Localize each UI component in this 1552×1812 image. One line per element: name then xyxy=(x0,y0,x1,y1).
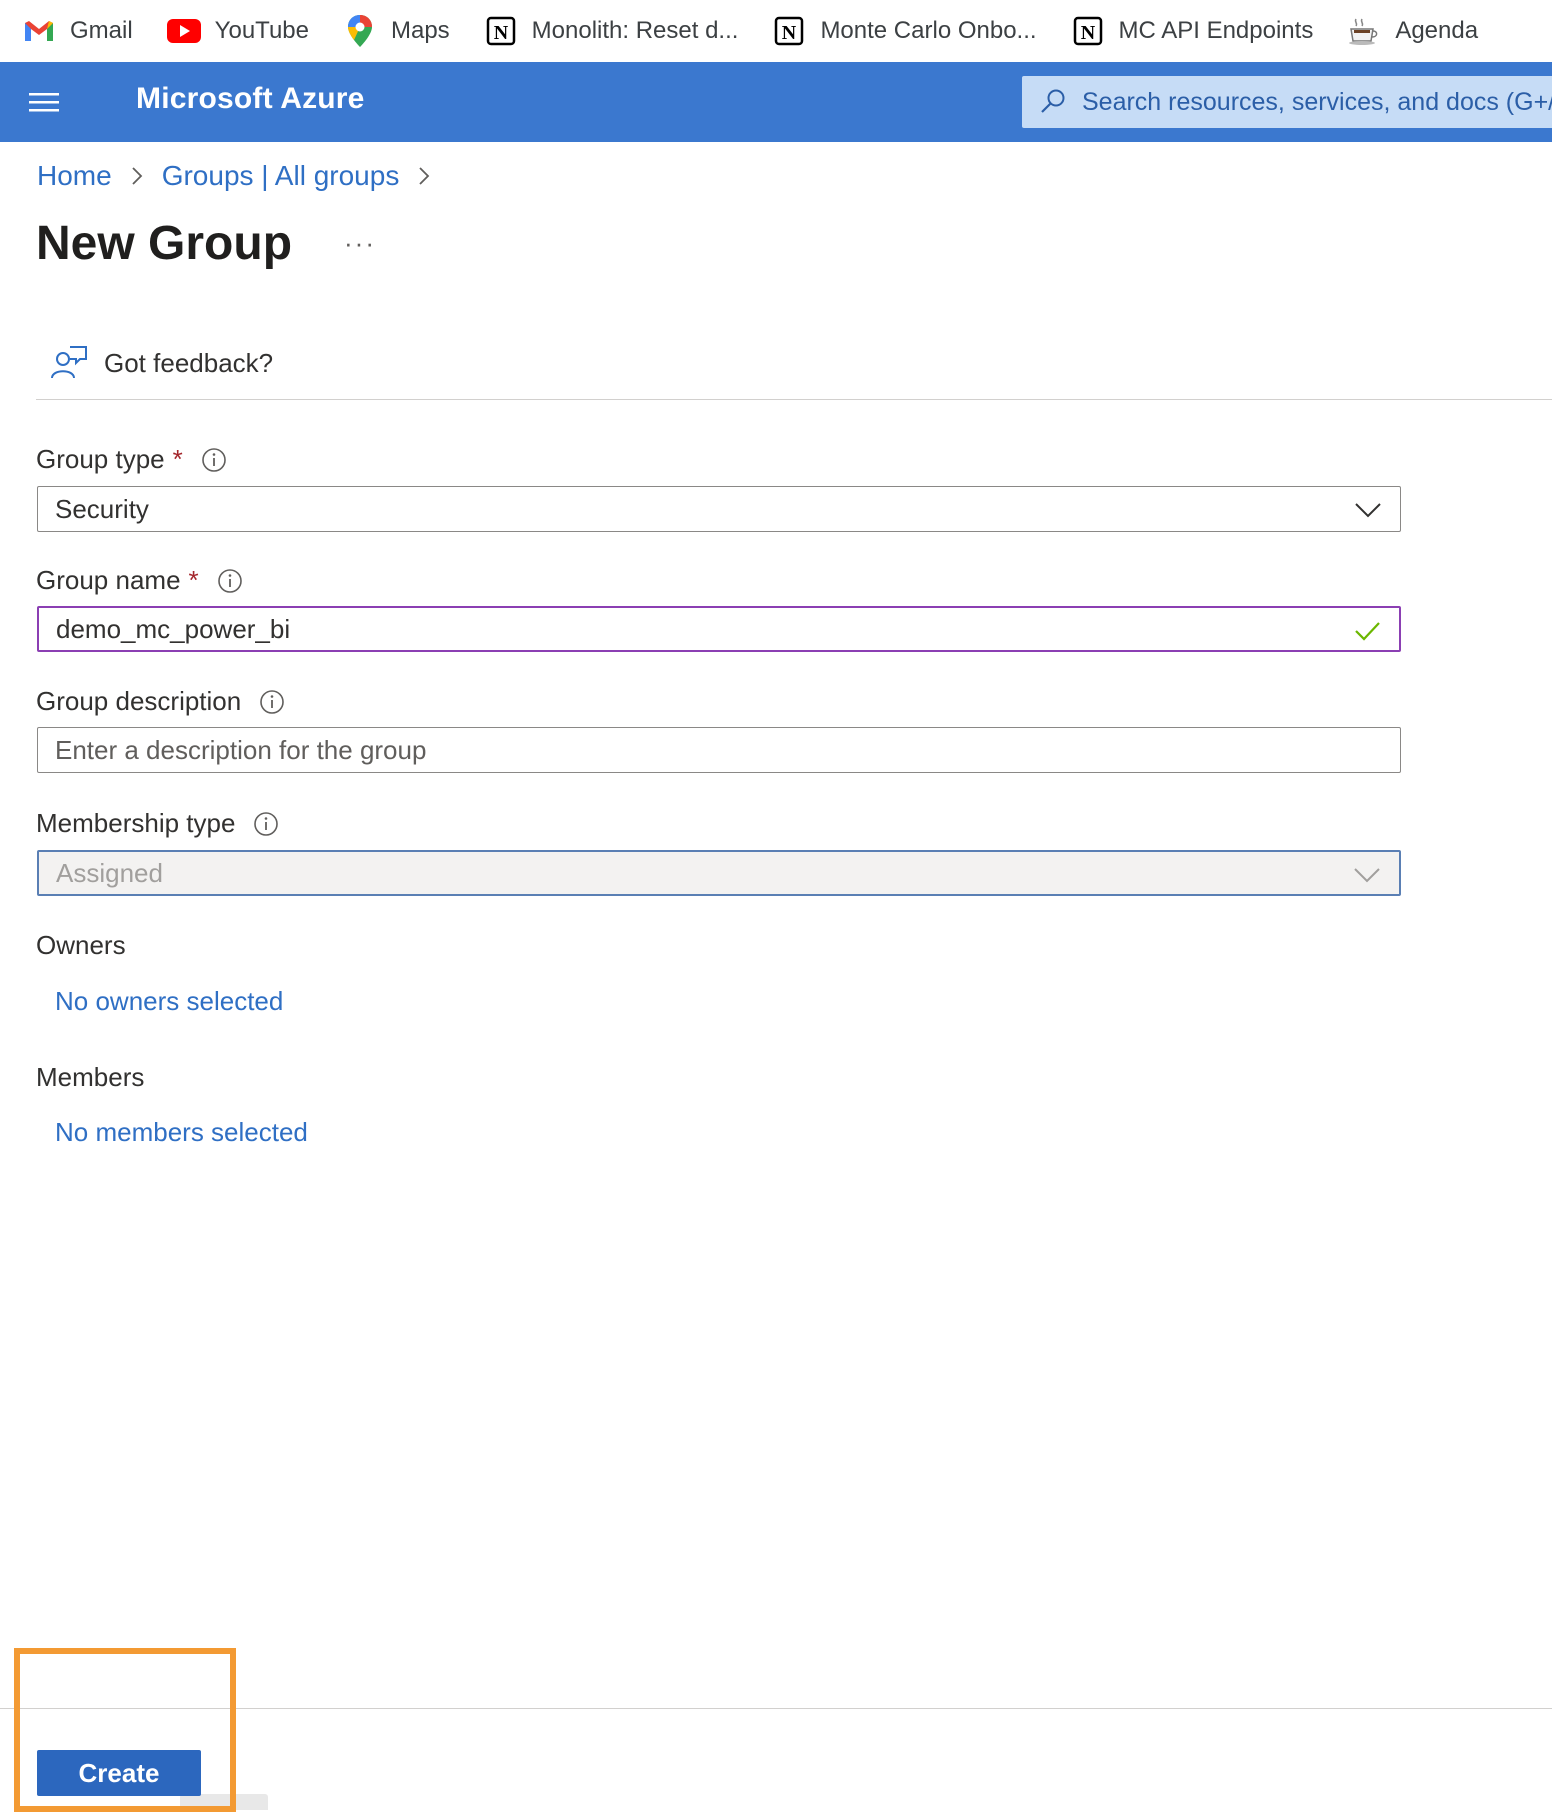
feedback-person-icon xyxy=(51,346,87,379)
maps-pin-icon xyxy=(343,15,377,47)
group-name-label: Group name * xyxy=(36,565,243,596)
checkmark-icon xyxy=(1355,622,1380,641)
info-icon[interactable] xyxy=(201,447,227,473)
bookmark-label: Agenda xyxy=(1395,17,1479,44)
chevron-down-icon xyxy=(1355,503,1381,518)
page-title: New Group xyxy=(36,217,293,270)
group-type-dropdown[interactable]: Security xyxy=(37,486,1401,532)
group-name-input[interactable]: demo_mc_power_bi xyxy=(37,606,1401,652)
group-description-label-text: Group description xyxy=(36,686,242,716)
info-icon[interactable] xyxy=(217,568,243,594)
highlight-annotation xyxy=(14,1648,236,1812)
search-placeholder: Search resources, services, and docs (G+… xyxy=(1082,87,1552,116)
bookmark-label: YouTube xyxy=(214,17,309,44)
youtube-icon xyxy=(166,16,201,46)
owners-label: Owners xyxy=(36,930,126,960)
bookmark-label: Gmail xyxy=(70,17,133,44)
required-indicator: * xyxy=(172,444,183,474)
bookmark-label: Maps xyxy=(390,17,450,44)
bookmark-youtube[interactable]: YouTube xyxy=(166,16,309,46)
toolbar-divider xyxy=(36,399,1552,400)
notion-icon: N xyxy=(772,16,806,46)
search-icon xyxy=(1041,89,1065,113)
group-type-label-text: Group type xyxy=(36,444,165,474)
members-label: Members xyxy=(36,1062,145,1092)
group-name-value: demo_mc_power_bi xyxy=(56,613,291,644)
membership-type-value: Assigned xyxy=(56,857,163,888)
chevron-down-icon xyxy=(1354,868,1380,883)
feedback-label: Got feedback? xyxy=(104,347,274,378)
info-icon[interactable] xyxy=(259,689,285,715)
azure-brand[interactable]: Microsoft Azure xyxy=(136,82,365,116)
svg-text:N: N xyxy=(493,22,508,44)
bookmark-agenda[interactable]: Agenda xyxy=(1347,16,1478,46)
select-owners-link[interactable]: No owners selected xyxy=(55,986,283,1017)
group-description-placeholder: Enter a description for the group xyxy=(55,734,427,765)
gmail-icon xyxy=(22,16,56,46)
bookmark-mc-api[interactable]: N MC API Endpoints xyxy=(1071,16,1314,46)
group-name-label-text: Group name xyxy=(36,565,181,595)
svg-text:N: N xyxy=(782,22,797,44)
chevron-right-icon xyxy=(415,164,433,188)
notion-icon: N xyxy=(484,16,518,46)
membership-type-dropdown: Assigned xyxy=(37,850,1401,896)
bookmark-monolith[interactable]: N Monolith: Reset d... xyxy=(484,16,739,46)
group-type-value: Security xyxy=(55,493,149,524)
bookmark-gmail[interactable]: Gmail xyxy=(22,16,133,46)
svg-text:N: N xyxy=(1080,22,1095,44)
select-members-link[interactable]: No members selected xyxy=(55,1117,308,1148)
feedback-button[interactable]: Got feedback? xyxy=(50,344,273,382)
bookmark-maps[interactable]: Maps xyxy=(343,15,450,47)
bookmarks-bar: Gmail YouTube Maps N Monolith: Reset d..… xyxy=(0,0,1552,63)
breadcrumb-groups[interactable]: Groups | All groups xyxy=(162,160,400,192)
breadcrumb: Home Groups | All groups xyxy=(37,160,449,192)
breadcrumb-home[interactable]: Home xyxy=(37,160,112,192)
membership-type-label-text: Membership type xyxy=(36,808,236,838)
bookmark-label: MC API Endpoints xyxy=(1118,17,1314,44)
group-description-label: Group description xyxy=(36,686,285,717)
global-search-box[interactable]: Search resources, services, and docs (G+… xyxy=(1022,76,1552,128)
bookmark-label: Monte Carlo Onbo... xyxy=(820,17,1037,44)
more-options-button[interactable]: ··· xyxy=(344,228,376,259)
azure-top-bar: Microsoft Azure Search resources, servic… xyxy=(0,62,1552,142)
membership-type-label: Membership type xyxy=(36,808,279,839)
group-type-label: Group type * xyxy=(36,444,227,475)
bookmark-label: Monolith: Reset d... xyxy=(531,17,739,44)
coffee-cup-icon xyxy=(1347,16,1381,46)
required-indicator: * xyxy=(188,565,199,595)
info-icon[interactable] xyxy=(253,811,279,837)
bookmark-monte-carlo[interactable]: N Monte Carlo Onbo... xyxy=(772,16,1037,46)
notion-icon: N xyxy=(1071,16,1105,46)
chevron-right-icon xyxy=(128,164,146,188)
hamburger-menu-icon[interactable] xyxy=(28,86,60,118)
group-description-input[interactable]: Enter a description for the group xyxy=(37,727,1401,773)
